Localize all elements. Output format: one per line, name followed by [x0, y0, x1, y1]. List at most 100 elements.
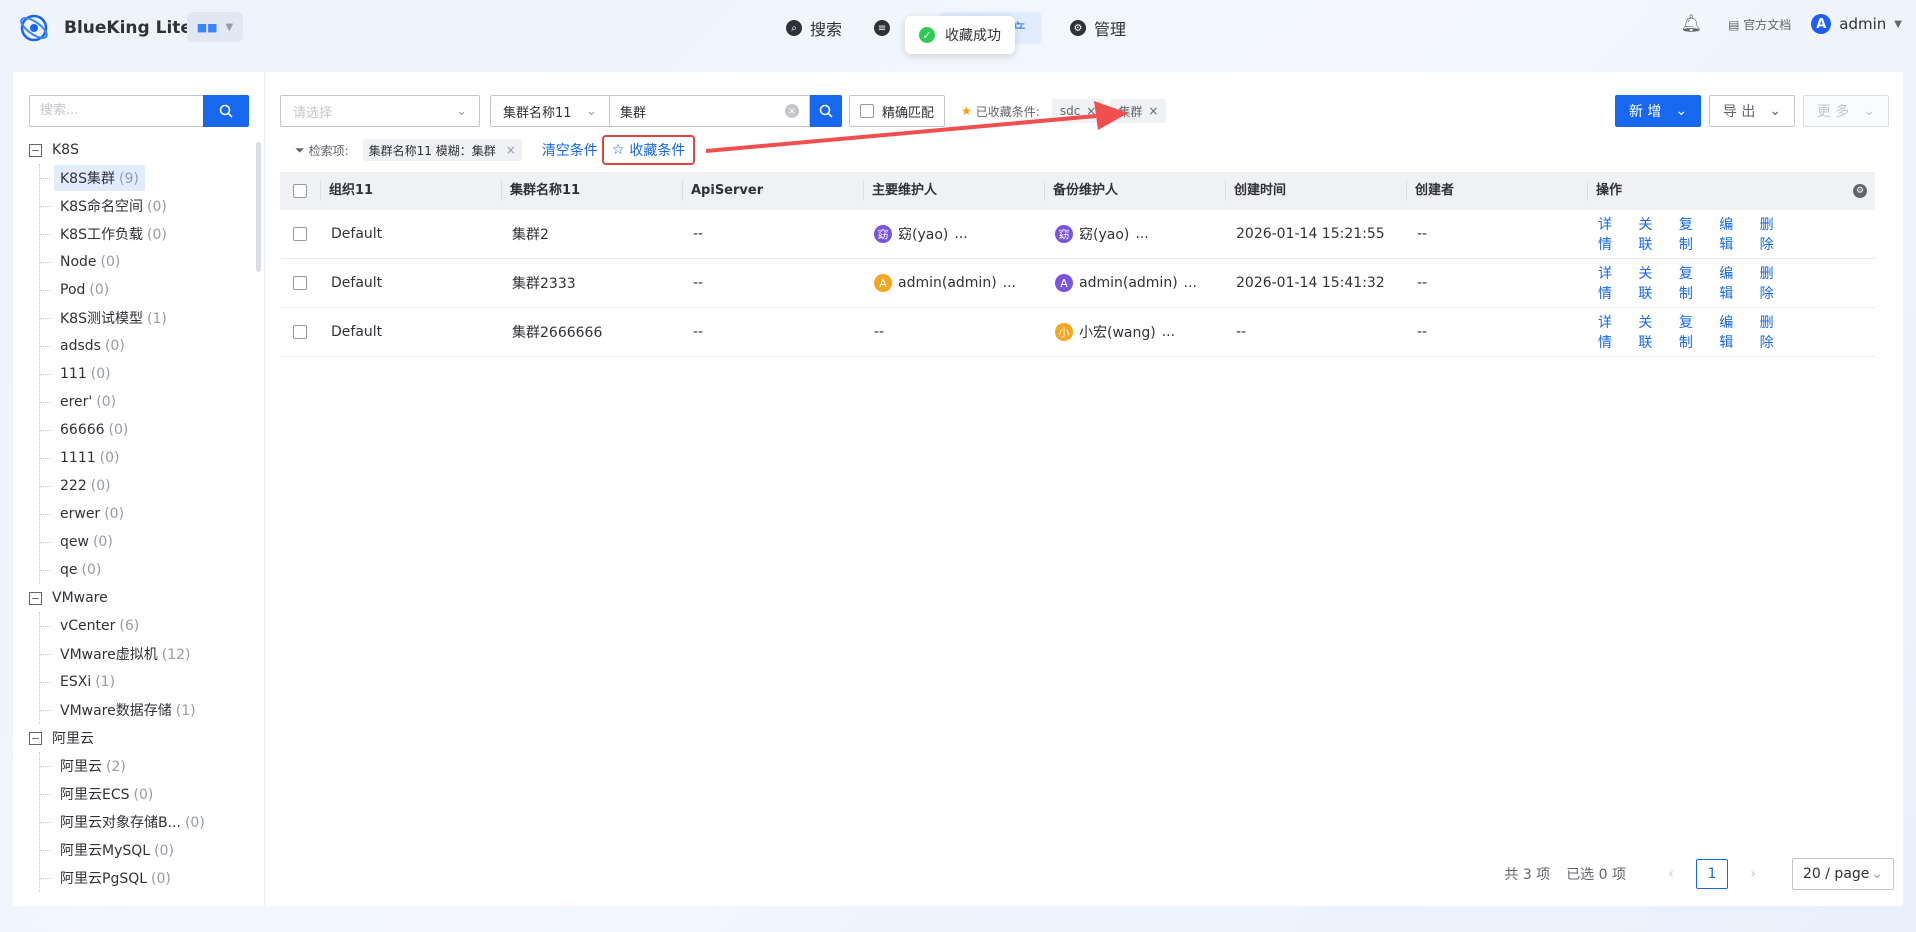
docs-link[interactable]: ▤ 官方文档: [1728, 16, 1791, 33]
add-button-label: 新 增: [1628, 104, 1662, 120]
row-action-link[interactable]: 详情: [1598, 263, 1625, 303]
tree-item[interactable]: ESXi (1): [40, 668, 254, 696]
select-all-checkbox[interactable]: [293, 184, 307, 198]
tree-item[interactable]: qe (0): [40, 556, 254, 584]
tree-group-header[interactable]: − VMware: [29, 584, 254, 612]
close-icon[interactable]: ×: [1148, 104, 1158, 118]
column-header[interactable]: 操作: [1587, 181, 1787, 201]
saved-tag[interactable]: sdc ×: [1051, 99, 1105, 123]
chevron-left-icon[interactable]: ‹: [1656, 866, 1686, 882]
table-row[interactable]: Default 集群2333 -- Aadmin(admin)... Aadmin(ad…: [280, 259, 1875, 308]
chevron-right-icon[interactable]: ›: [1738, 866, 1768, 882]
tree-group-header[interactable]: − 阿里云: [29, 724, 254, 752]
person-tag: 窈窈(yao)...: [1055, 224, 1149, 244]
column-header[interactable]: 集群名称11: [501, 181, 682, 201]
favorite-conditions-button[interactable]: ☆ 收藏条件: [601, 135, 696, 165]
table-row[interactable]: Default 集群2666666 -- -- 小小宏(wang)... -- -- 详情 关联…: [280, 308, 1875, 357]
tree-item[interactable]: K8S集群 (9): [40, 164, 254, 192]
user-menu[interactable]: A admin ▼: [1811, 14, 1902, 34]
search-value-input[interactable]: 集群 ×: [610, 95, 810, 127]
tree-item[interactable]: K8S测试模型 (1): [40, 304, 254, 332]
tree-item[interactable]: vCenter (6): [40, 612, 254, 640]
org-select[interactable]: 请选择 ⌄: [280, 95, 480, 127]
column-header[interactable]: 主要维护人: [863, 181, 1044, 201]
close-icon[interactable]: ×: [1086, 104, 1096, 118]
clear-conditions-link[interactable]: 清空条件: [542, 140, 598, 160]
person-more[interactable]: ...: [1184, 275, 1197, 291]
row-checkbox[interactable]: [293, 276, 307, 290]
row-action-link[interactable]: 复制: [1679, 263, 1706, 303]
tree-item[interactable]: K8S命名空间 (0): [40, 192, 254, 220]
column-header[interactable]: 创建者: [1406, 181, 1587, 201]
tree-item[interactable]: 阿里云PgSQL (0): [40, 864, 254, 892]
tree-item[interactable]: 66666 (0): [40, 416, 254, 444]
tree-item[interactable]: qew (0): [40, 528, 254, 556]
sidebar-scrollbar[interactable]: [256, 142, 261, 272]
person-more[interactable]: ...: [1162, 324, 1175, 340]
row-checkbox[interactable]: [293, 325, 307, 339]
tree-item[interactable]: Pod (0): [40, 276, 254, 304]
page-number[interactable]: 1: [1696, 859, 1728, 889]
tree-item[interactable]: erwer (0): [40, 500, 254, 528]
tree-item[interactable]: 222 (0): [40, 472, 254, 500]
clear-icon[interactable]: ×: [785, 104, 799, 118]
tree-item[interactable]: VMware虚拟机 (12): [40, 640, 254, 668]
page-size-select[interactable]: 20 / page ⌄: [1792, 858, 1894, 890]
exact-match-checkbox[interactable]: [860, 104, 874, 118]
tree-item[interactable]: VMware数据存储 (1): [40, 696, 254, 724]
table-row[interactable]: Default 集群2 -- 窈窈(yao)... 窈窈(yao)... 2026-01-…: [280, 210, 1875, 259]
field-select[interactable]: 集群名称11 ⌄: [490, 95, 610, 127]
collapse-icon[interactable]: −: [29, 731, 42, 745]
row-action-link[interactable]: 编辑: [1719, 263, 1746, 303]
tree-item[interactable]: adsds (0): [40, 332, 254, 360]
collapse-icon[interactable]: −: [29, 591, 42, 605]
row-checkbox[interactable]: [293, 227, 307, 241]
sidebar-search-input[interactable]: 搜索...: [29, 95, 203, 127]
row-action-link[interactable]: 关联: [1638, 312, 1665, 352]
app-switcher[interactable]: ■■ ▼: [187, 12, 243, 42]
sidebar-search-button[interactable]: [203, 95, 249, 127]
row-action-link[interactable]: 关联: [1638, 214, 1665, 254]
row-action-link[interactable]: 删除: [1760, 312, 1787, 352]
row-action-link[interactable]: 详情: [1598, 312, 1625, 352]
search-button[interactable]: [810, 95, 842, 127]
tree-item[interactable]: 阿里云对象存储B... (0): [40, 808, 254, 836]
person-more[interactable]: ...: [1135, 226, 1148, 242]
brand-logo[interactable]: BlueKing Lite: [18, 12, 192, 44]
row-action-link[interactable]: 复制: [1679, 214, 1706, 254]
column-header[interactable]: 创建时间: [1225, 181, 1406, 201]
nav-manage[interactable]: ⚙ 管理: [1054, 12, 1142, 44]
tree-item[interactable]: erer' (0): [40, 388, 254, 416]
nav-search[interactable]: ⌕ 搜索: [770, 12, 858, 44]
row-action-link[interactable]: 删除: [1760, 263, 1787, 303]
bell-icon[interactable]: 🔔︎: [1681, 14, 1703, 34]
row-action-link[interactable]: 编辑: [1719, 312, 1746, 352]
row-action-link[interactable]: 详情: [1598, 214, 1625, 254]
person-more[interactable]: ...: [1003, 275, 1016, 291]
gear-icon[interactable]: ⚙: [1853, 184, 1867, 198]
close-icon[interactable]: ×: [506, 143, 516, 157]
more-button[interactable]: 更 多 ⌄: [1803, 95, 1889, 127]
condition-tag[interactable]: 集群名称11 模糊：集群 ×: [362, 139, 522, 161]
tree-item[interactable]: 111 (0): [40, 360, 254, 388]
tree-item[interactable]: 阿里云 (2): [40, 752, 254, 780]
tree-item[interactable]: K8S工作负载 (0): [40, 220, 254, 248]
column-header[interactable]: ApiServer: [682, 181, 863, 201]
exact-match-toggle[interactable]: 精确匹配: [849, 95, 946, 127]
tree-item[interactable]: 阿里云MySQL (0): [40, 836, 254, 864]
tree-item[interactable]: 阿里云ECS (0): [40, 780, 254, 808]
tree-item[interactable]: 1111 (0): [40, 444, 254, 472]
export-button[interactable]: 导 出 ⌄: [1709, 95, 1795, 127]
column-header[interactable]: 组织11: [320, 181, 501, 201]
tree-group-header[interactable]: − K8S: [29, 136, 254, 164]
add-button[interactable]: 新 增 ⌄: [1615, 95, 1701, 127]
person-more[interactable]: ...: [954, 226, 967, 242]
row-action-link[interactable]: 关联: [1638, 263, 1665, 303]
row-action-link[interactable]: 删除: [1760, 214, 1787, 254]
column-header[interactable]: 备份维护人: [1044, 181, 1225, 201]
tree-item[interactable]: Node (0): [40, 248, 254, 276]
row-action-link[interactable]: 复制: [1679, 312, 1706, 352]
collapse-icon[interactable]: −: [29, 143, 42, 157]
saved-tag[interactable]: 集群 ×: [1110, 99, 1167, 123]
row-action-link[interactable]: 编辑: [1719, 214, 1746, 254]
